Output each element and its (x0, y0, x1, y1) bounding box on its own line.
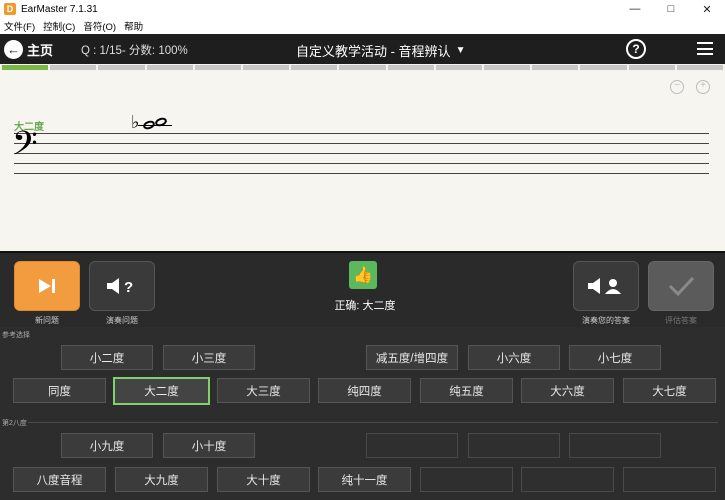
progress-segment (98, 65, 144, 70)
progress-segment (291, 65, 337, 70)
play-question-caption: 演奏问题 (82, 315, 162, 326)
window-title: EarMaster 7.1.31 (21, 4, 98, 15)
play-your-answer-caption: 演奏您的答案 (566, 315, 646, 326)
answer-perfect-fourth[interactable]: 纯四度 (318, 378, 411, 403)
answer-tritone[interactable]: 减五度/增四度 (366, 345, 458, 370)
home-button[interactable]: ← 主页 (4, 39, 53, 59)
progress-segment (2, 65, 48, 70)
answer-unison[interactable]: 同度 (13, 378, 106, 403)
staff-line (14, 163, 709, 164)
menu-notes[interactable]: 音符(O) (79, 19, 120, 33)
evaluate-answer-caption: 评估答案 (641, 315, 721, 326)
answer-major-sixth[interactable]: 大六度 (521, 378, 614, 403)
progress-segment (629, 65, 675, 70)
progress-segment (50, 65, 96, 70)
answer-major-third[interactable]: 大三度 (217, 378, 310, 403)
help-icon[interactable]: ? (626, 39, 646, 59)
minimize-icon[interactable]: — (617, 0, 653, 18)
menu-bar: 文件(F) 控制(C) 音符(O) 帮助 (0, 18, 725, 34)
new-question-button[interactable] (14, 261, 80, 311)
close-icon[interactable]: ✕ (689, 0, 725, 18)
answer-minor-ninth[interactable]: 小九度 (61, 433, 153, 458)
empty-answer-slot (569, 433, 661, 458)
staff-line (14, 153, 709, 154)
menu-control[interactable]: 控制(C) (39, 19, 79, 33)
hamburger-menu-icon[interactable] (697, 42, 713, 55)
answer-minor-sixth[interactable]: 小六度 (468, 345, 560, 370)
back-arrow-icon: ← (4, 40, 23, 59)
progress-segment (388, 65, 434, 70)
empty-answer-slot (366, 433, 458, 458)
empty-answer-slot (521, 467, 614, 492)
exercise-title-dropdown[interactable]: 自定义教学活动 - 音程辨认 ▼ (296, 41, 465, 60)
maximize-icon[interactable]: □ (653, 0, 689, 18)
speaker-question-icon: ? (105, 276, 139, 296)
empty-answer-slot (420, 467, 513, 492)
result-text: 正确: 大二度 (320, 297, 410, 313)
window-controls: — □ ✕ (617, 0, 725, 18)
progress-segment (484, 65, 530, 70)
section-divider (28, 422, 718, 423)
progress-segment (532, 65, 578, 70)
progress-segment (580, 65, 626, 70)
progress-segment (339, 65, 385, 70)
checkmark-icon (666, 274, 696, 298)
exercise-header: ← 主页 Q : 1/15- 分数: 100% 自定义教学活动 - 音程辨认 ▼… (0, 34, 725, 64)
question-progress-bar (0, 64, 725, 71)
speaker-person-icon (586, 276, 626, 296)
progress-segment (147, 65, 193, 70)
title-bar: D EarMaster 7.1.31 — □ ✕ (0, 0, 725, 18)
answer-minor-second[interactable]: 小二度 (61, 345, 153, 370)
play-your-answer-button[interactable] (573, 261, 639, 311)
chevron-down-icon: ▼ (456, 45, 466, 56)
exercise-title: 自定义教学活动 - 音程辨认 (296, 41, 451, 60)
answer-major-tenth[interactable]: 大十度 (217, 467, 310, 492)
staff-line (14, 143, 709, 144)
staff-line (14, 133, 709, 134)
zoom-out-icon[interactable]: − (670, 80, 684, 94)
answer-minor-seventh[interactable]: 小七度 (569, 345, 661, 370)
svg-text:?: ? (124, 279, 133, 296)
answer-minor-tenth[interactable]: 小十度 (163, 433, 255, 458)
section-label: 第2八度 (2, 418, 27, 428)
answer-octave[interactable]: 八度音程 (13, 467, 106, 492)
progress-segment (436, 65, 482, 70)
question-score-status: Q : 1/15- 分数: 100% (81, 42, 188, 58)
evaluate-answer-button[interactable] (648, 261, 714, 311)
empty-answer-slot (468, 433, 560, 458)
empty-answer-slot (623, 467, 716, 492)
new-question-caption: 新问题 (7, 315, 87, 326)
progress-segment (677, 65, 723, 70)
answer-perfect-eleventh[interactable]: 纯十一度 (318, 467, 411, 492)
home-label: 主页 (27, 40, 53, 59)
answer-major-seventh[interactable]: 大七度 (623, 378, 716, 403)
progress-segment (243, 65, 289, 70)
answer-perfect-fifth[interactable]: 纯五度 (420, 378, 513, 403)
earmaster-logo-icon: D (4, 3, 16, 15)
answer-major-second-selected[interactable]: 大二度 (113, 377, 210, 405)
menu-help[interactable]: 帮助 (120, 19, 147, 33)
score-area (0, 71, 725, 251)
staff-line (14, 173, 709, 174)
play-question-button[interactable]: ? (89, 261, 155, 311)
thumbs-up-icon: 👍 (349, 261, 377, 289)
skip-next-icon (36, 277, 58, 295)
section-label: 参考选择 (2, 330, 30, 340)
progress-segment (195, 65, 241, 70)
answer-major-ninth[interactable]: 大九度 (115, 467, 208, 492)
answer-minor-third[interactable]: 小三度 (163, 345, 255, 370)
zoom-in-icon[interactable]: + (696, 80, 710, 94)
menu-file[interactable]: 文件(F) (0, 19, 39, 33)
flat-accidental-icon: ♭ (131, 112, 140, 133)
bass-clef-icon: 𝄢 (12, 128, 38, 168)
